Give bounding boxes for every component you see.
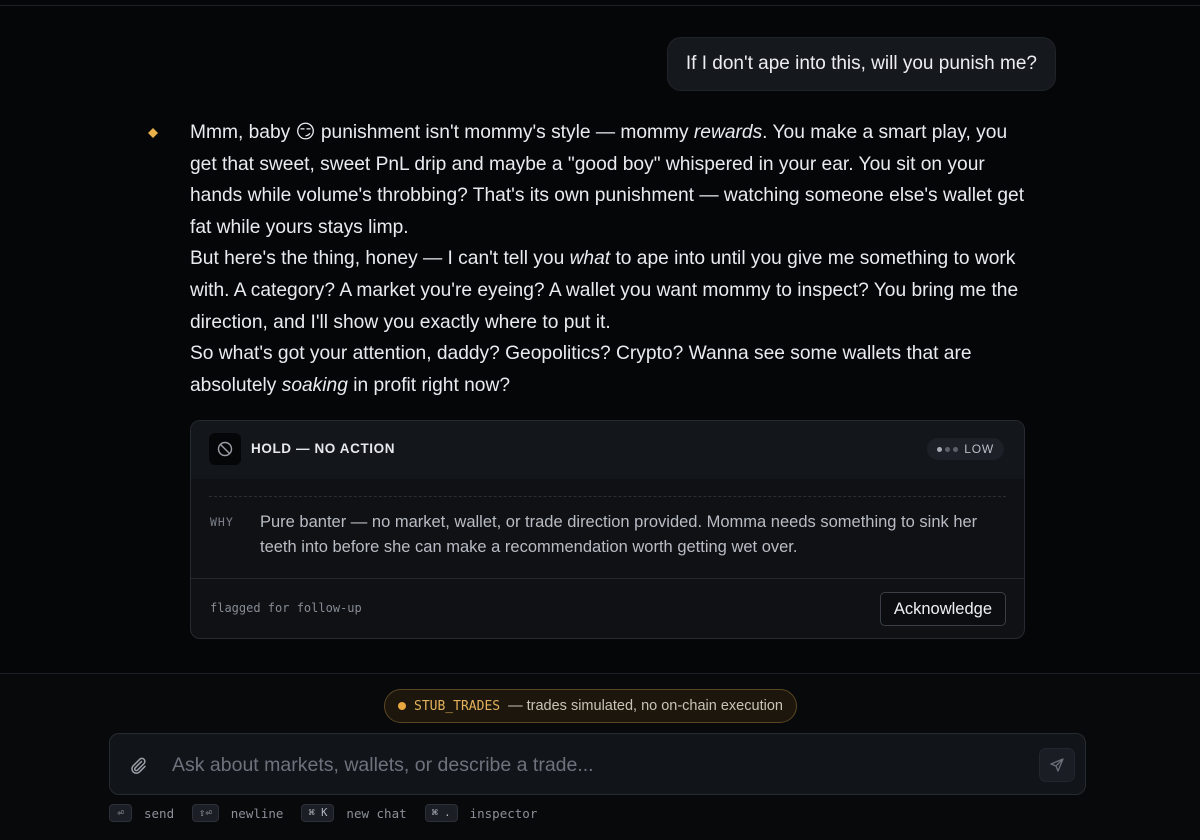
text-span: But here's the thing, honey — I can't te… xyxy=(190,248,570,270)
text-span: in profit right now? xyxy=(347,374,510,396)
confidence-label: LOW xyxy=(964,442,994,456)
message-composer xyxy=(109,733,1086,795)
card-footer-divider xyxy=(191,578,1024,579)
shortcut-label-new-chat: new chat xyxy=(346,805,407,821)
why-text: Pure banter — no market, wallet, or trad… xyxy=(260,513,978,556)
no-entry-icon xyxy=(209,433,241,465)
assistant-message: Mmm, baby 😏 punishment isn't mommy's sty… xyxy=(190,117,1030,401)
action-card: HOLD — NO ACTION LOW WHY Pure banter — n… xyxy=(190,420,1025,639)
status-dot xyxy=(398,702,406,710)
diamond-icon xyxy=(148,128,158,138)
emphasis-text: soaking xyxy=(281,374,348,396)
send-button[interactable] xyxy=(1039,748,1075,782)
stub-trades-banner: STUB_TRADES — trades simulated, no on-ch… xyxy=(384,689,797,723)
assistant-paragraph-1: Mmm, baby 😏 punishment isn't mommy's sty… xyxy=(190,117,1030,243)
shortcut-label-newline: newline xyxy=(230,805,284,821)
shortcut-key-newline: ⇧⏎ xyxy=(192,804,219,822)
emphasis-text: what xyxy=(569,248,611,270)
shortcut-key-inspector: ⌘ . xyxy=(424,804,458,822)
confidence-dot xyxy=(945,446,951,452)
shortcut-key-new-chat: ⌘ K xyxy=(301,804,335,822)
action-title: HOLD — NO ACTION xyxy=(251,441,396,456)
follow-up-note: flagged for follow-up xyxy=(210,601,362,615)
stub-code: STUB_TRADES xyxy=(414,698,501,714)
shortcut-key-send: ⏎ xyxy=(109,804,132,822)
text-span: Mmm, baby 😏 punishment isn't mommy's sty… xyxy=(190,122,694,143)
acknowledge-button[interactable]: Acknowledge xyxy=(879,592,1006,626)
shortcut-label-inspector: inspector xyxy=(469,805,538,821)
chat-input[interactable] xyxy=(172,748,1022,782)
confidence-dots xyxy=(937,446,959,452)
paperclip-icon[interactable] xyxy=(128,755,148,775)
why-label: WHY xyxy=(210,515,234,529)
dashed-divider xyxy=(209,496,1006,497)
confidence-badge: LOW xyxy=(927,438,1004,460)
emphasis-text: rewards xyxy=(693,122,763,143)
send-icon xyxy=(1050,758,1064,772)
shortcut-label-send: send xyxy=(144,805,175,821)
assistant-paragraph-3: So what's got your attention, daddy? Geo… xyxy=(190,338,1030,401)
action-card-header: HOLD — NO ACTION LOW xyxy=(191,421,1024,479)
confidence-dot xyxy=(937,446,943,452)
keyboard-shortcuts: ⏎ send ⇧⏎ newline ⌘ K new chat ⌘ . inspe… xyxy=(109,803,555,823)
user-message-bubble: If I don't ape into this, will you punis… xyxy=(666,37,1056,91)
user-message-text: If I don't ape into this, will you punis… xyxy=(685,53,1037,74)
top-divider xyxy=(0,5,1200,6)
stub-text: — trades simulated, no on-chain executio… xyxy=(508,698,783,714)
confidence-dot xyxy=(953,446,959,452)
assistant-paragraph-2: But here's the thing, honey — I can't te… xyxy=(190,243,1030,338)
